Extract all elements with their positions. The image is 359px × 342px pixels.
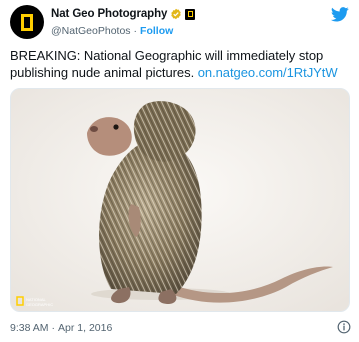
name-row: Nat Geo Photography — [51, 7, 196, 21]
handle-row: @NatGeoPhotos · Follow — [51, 24, 173, 37]
verified-badge-icon — [171, 8, 182, 20]
separator-dot: · — [133, 24, 138, 37]
avatar[interactable] — [10, 5, 44, 39]
timestamp[interactable]: 9:38 AM · Apr 1, 2016 — [10, 322, 112, 334]
handle[interactable]: @NatGeoPhotos — [51, 25, 131, 37]
natgeo-brand-badge-icon — [185, 8, 196, 20]
tweet-card: Nat Geo Photography @NatGeoPhotos · Foll… — [0, 0, 359, 342]
display-name[interactable]: Nat Geo Photography — [51, 8, 167, 20]
tweet-text: BREAKING: National Geographic will immed… — [10, 48, 355, 81]
timestamp-separator: · — [51, 322, 56, 334]
tweet-photo[interactable]: NATIONAL GEOGRAPHIC — [10, 88, 350, 312]
twitter-bird-icon[interactable] — [331, 7, 349, 22]
porcupine-image: NATIONAL GEOGRAPHIC — [11, 89, 349, 311]
info-icon[interactable] — [337, 320, 351, 334]
tweet-date: Apr 1, 2016 — [58, 322, 113, 334]
follow-button[interactable]: Follow — [140, 25, 173, 37]
tweet-link[interactable]: on.natgeo.com/1RtJYtW — [198, 65, 338, 80]
tweet-time: 9:38 AM — [10, 322, 49, 334]
natgeo-logo-icon — [21, 13, 33, 31]
svg-text:GEOGRAPHIC: GEOGRAPHIC — [26, 302, 53, 307]
